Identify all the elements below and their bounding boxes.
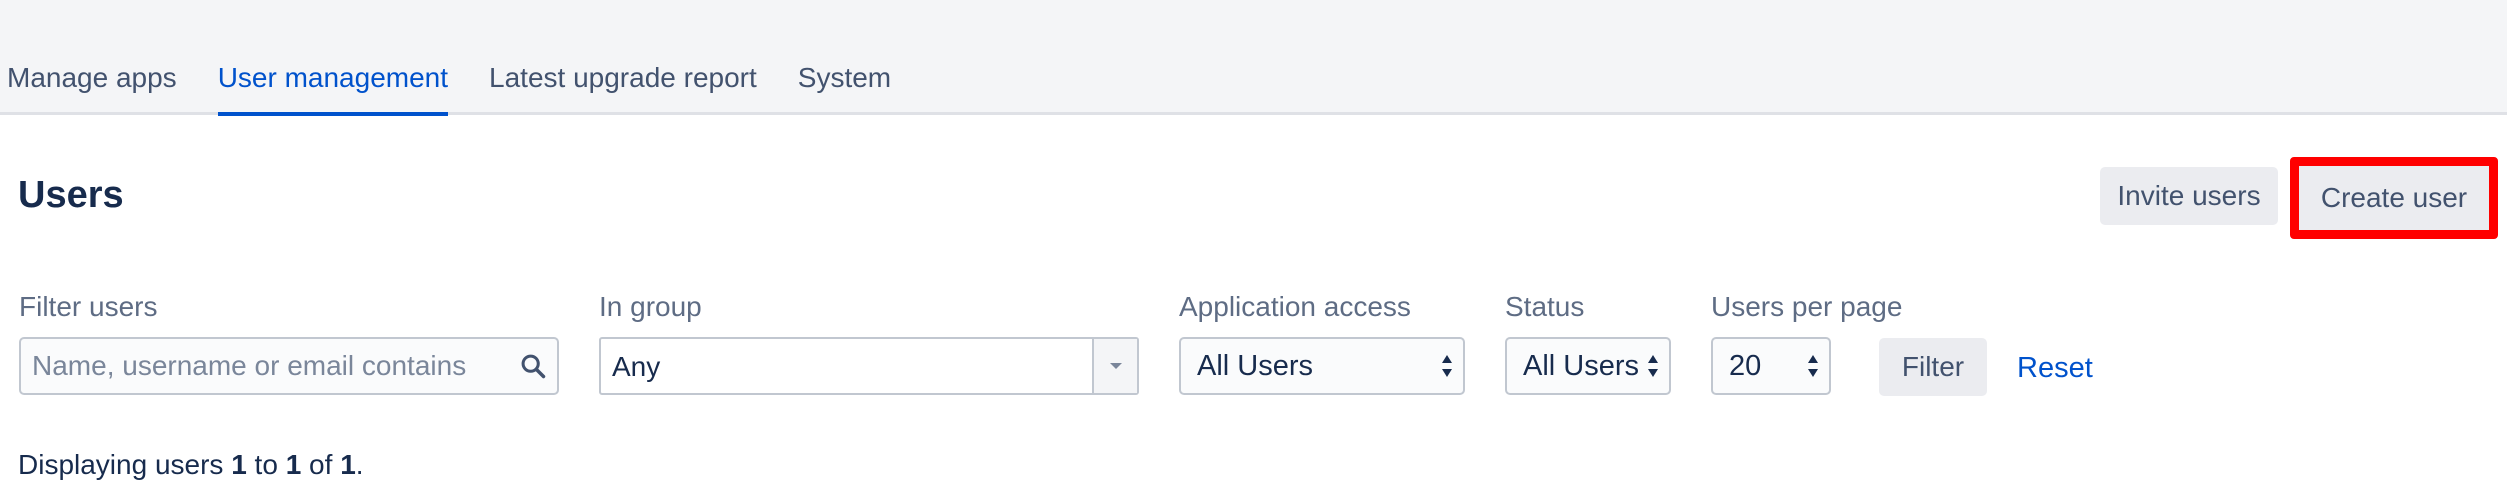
application-access-value: All Users: [1197, 350, 1314, 382]
application-access-select[interactable]: All Users: [1179, 337, 1465, 395]
filter-users-input[interactable]: [19, 337, 559, 395]
tab-system[interactable]: System: [798, 58, 891, 115]
results-suffix: .: [355, 449, 364, 480]
results-to: 1: [285, 449, 302, 480]
users-per-page-label: Users per page: [1711, 291, 1903, 322]
select-arrows-icon: [1808, 355, 1818, 377]
admin-tabs: Manage apps User management Latest upgra…: [7, 58, 932, 116]
create-user-button[interactable]: Create user: [2299, 166, 2489, 230]
status-select[interactable]: All Users: [1505, 337, 1671, 395]
create-user-button-highlight[interactable]: Create user: [2290, 157, 2498, 239]
tab-manage-apps[interactable]: Manage apps: [7, 58, 177, 115]
admin-header-band: Manage apps User management Latest upgra…: [0, 0, 2507, 116]
status-value: All Users: [1523, 350, 1640, 382]
users-per-page-value: 20: [1729, 350, 1762, 382]
filter-users-label: Filter users: [19, 291, 158, 322]
in-group-value: Any: [612, 351, 661, 382]
results-summary: Displaying users 1 to 1 of 1.: [18, 447, 364, 483]
select-arrows-icon: [1648, 355, 1658, 377]
results-to-word: to: [246, 449, 286, 480]
select-arrows-icon: [1442, 355, 1452, 377]
in-group-label: In group: [599, 291, 702, 322]
reset-link[interactable]: Reset: [2017, 350, 2093, 386]
chevron-down-icon: [1109, 363, 1122, 369]
search-icon[interactable]: [519, 352, 547, 380]
results-of-word: of: [301, 449, 341, 480]
filter-button[interactable]: Filter: [1879, 338, 1987, 396]
results-prefix: Displaying users: [18, 449, 232, 480]
status-label: Status: [1505, 291, 1585, 322]
dropdown-toggle[interactable]: [1092, 339, 1137, 393]
tab-latest-upgrade-report[interactable]: Latest upgrade report: [489, 58, 757, 115]
application-access-label: Application access: [1179, 291, 1411, 322]
invite-users-button[interactable]: Invite users: [2100, 167, 2278, 225]
in-group-select[interactable]: Any: [599, 337, 1139, 395]
users-per-page-select[interactable]: 20: [1711, 337, 1831, 395]
tab-user-management[interactable]: User management: [217, 58, 449, 116]
results-from: 1: [231, 449, 247, 480]
results-total: 1: [340, 449, 356, 480]
page-title: Users: [18, 174, 124, 216]
